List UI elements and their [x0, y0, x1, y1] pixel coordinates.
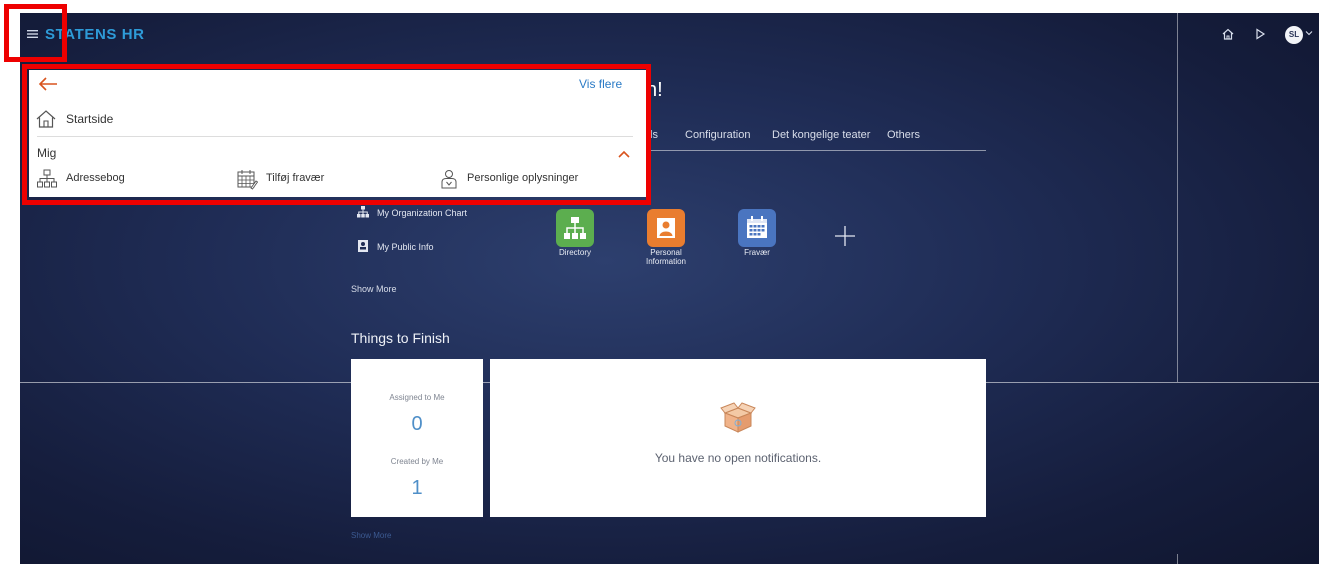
created-by-me-label[interactable]: Created by Me [351, 457, 483, 466]
empty-box-icon [719, 399, 757, 437]
id-badge-icon[interactable] [356, 239, 370, 253]
things-to-finish-show-more[interactable]: Show More [351, 531, 391, 540]
tab-configuration[interactable]: Configuration [685, 129, 750, 141]
person-icon [657, 218, 675, 238]
chevron-down-icon[interactable] [1305, 29, 1313, 37]
app-personal-information-tile[interactable] [647, 209, 685, 247]
quick-link-org-chart[interactable]: My Organization Chart [377, 208, 467, 218]
app-directory-tile[interactable] [556, 209, 594, 247]
created-by-me-count[interactable]: 1 [351, 477, 483, 500]
quick-link-public-info[interactable]: My Public Info [377, 242, 434, 252]
highlight-box-navigator [22, 64, 651, 205]
no-notifications-message: You have no open notifications. [654, 451, 822, 465]
tab-others[interactable]: Others [887, 129, 920, 141]
assigned-to-me-count[interactable]: 0 [351, 413, 483, 436]
grid-line-vertical-bottom [1177, 554, 1178, 564]
quick-links-show-more[interactable]: Show More [351, 284, 397, 294]
add-app-plus-icon[interactable] [832, 223, 858, 249]
play-icon[interactable] [1253, 27, 1269, 43]
highlight-box-menu [4, 4, 67, 62]
app-fravaer-label[interactable]: Fravær [722, 248, 792, 257]
home-icon[interactable] [1221, 27, 1237, 43]
task-counts-card: Assigned to Me 0 Created by Me 1 [351, 359, 483, 517]
app-personal-information-label[interactable]: Personal Information [631, 248, 701, 266]
things-to-finish-title: Things to Finish [351, 330, 450, 346]
app-fravaer-tile[interactable] [738, 209, 776, 247]
app-directory-label[interactable]: Directory [540, 248, 610, 257]
grid-line-vertical [1177, 13, 1178, 382]
tab-partial[interactable]: ls [650, 129, 658, 141]
org-chart-icon[interactable] [356, 205, 370, 219]
user-avatar[interactable]: SL [1285, 26, 1303, 44]
tab-det-kongelige-teater[interactable]: Det kongelige teater [772, 129, 870, 141]
assigned-to-me-label[interactable]: Assigned to Me [351, 393, 483, 402]
directory-icon [564, 217, 586, 239]
calendar-icon [747, 216, 767, 238]
notifications-card: You have no open notifications. [490, 359, 986, 517]
tabs-underline [646, 150, 986, 151]
